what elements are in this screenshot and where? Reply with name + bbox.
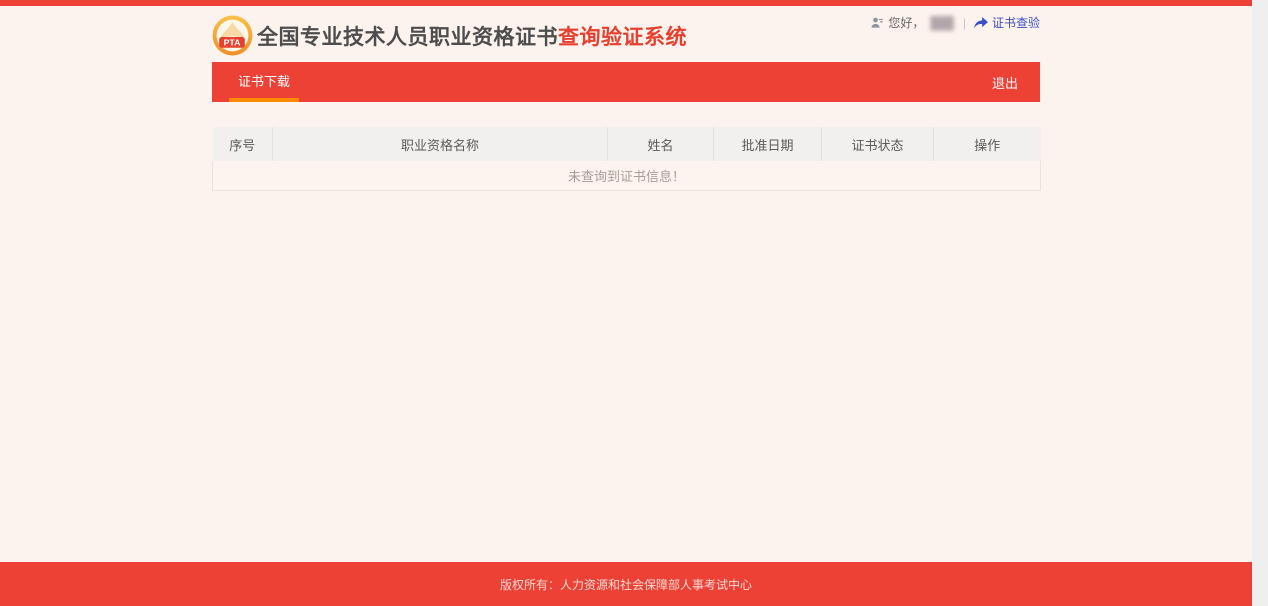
page-title-main: 全国专业技术人员职业资格证书 [257,25,558,49]
logout-button[interactable]: 退出 [992,62,1040,102]
page-title-accent: 查询验证系统 [558,25,687,49]
certificate-verify-label: 证书查验 [991,16,1040,30]
divider: | [962,15,966,30]
user-icon [871,17,884,28]
copyright-text: 版权所有：人力资源和社会保障部人事考试中心 [499,577,752,592]
greeting-text: 您好， [888,16,925,30]
tab-certificate-download-label: 证书下载 [238,73,291,89]
user-bar: 您好， ███ | 证书查验 [870,14,1040,31]
page-viewport: PTA 全国专业技术人员职业资格证书查询验证系统 您好， ███ | 证书查验 [0,0,1252,606]
empty-message: 未查询到证书信息！ [212,161,1041,191]
column-header-operation: 操作 [933,127,1041,161]
column-header-name: 姓名 [607,127,714,161]
table-header-row: 序号 职业资格名称 姓名 批准日期 证书状态 操作 [212,127,1041,161]
footer: 版权所有：人力资源和社会保障部人事考试中心 [0,562,1252,606]
certificate-table-section: 序号 职业资格名称 姓名 批准日期 证书状态 操作 未查询到证书信息！ [212,127,1041,191]
certificate-verify-link[interactable]: 证书查验 [973,14,1040,31]
column-header-approval-date: 批准日期 [713,127,822,161]
column-header-certificate-status: 证书状态 [821,127,934,161]
column-header-index: 序号 [212,127,273,161]
certificate-table: 序号 职业资格名称 姓名 批准日期 证书状态 操作 未查询到证书信息！ [212,127,1041,191]
scrollbar-track[interactable] [1252,0,1268,606]
header: PTA 全国专业技术人员职业资格证书查询验证系统 您好， ███ | 证书查验 [212,6,1040,62]
nav-bar: 证书下载 退出 [212,62,1040,102]
logout-label: 退出 [991,75,1018,91]
pta-logo-text: PTA [224,38,241,48]
user-name-redacted: ███ [930,15,953,30]
page-title: 全国专业技术人员职业资格证书查询验证系统 [257,21,687,51]
forward-arrow-icon [973,16,988,29]
column-header-qualification-name: 职业资格名称 [272,127,608,161]
table-empty-row: 未查询到证书信息！ [212,161,1041,191]
tab-certificate-download[interactable]: 证书下载 [229,62,300,102]
pta-logo-icon: PTA [212,15,253,56]
